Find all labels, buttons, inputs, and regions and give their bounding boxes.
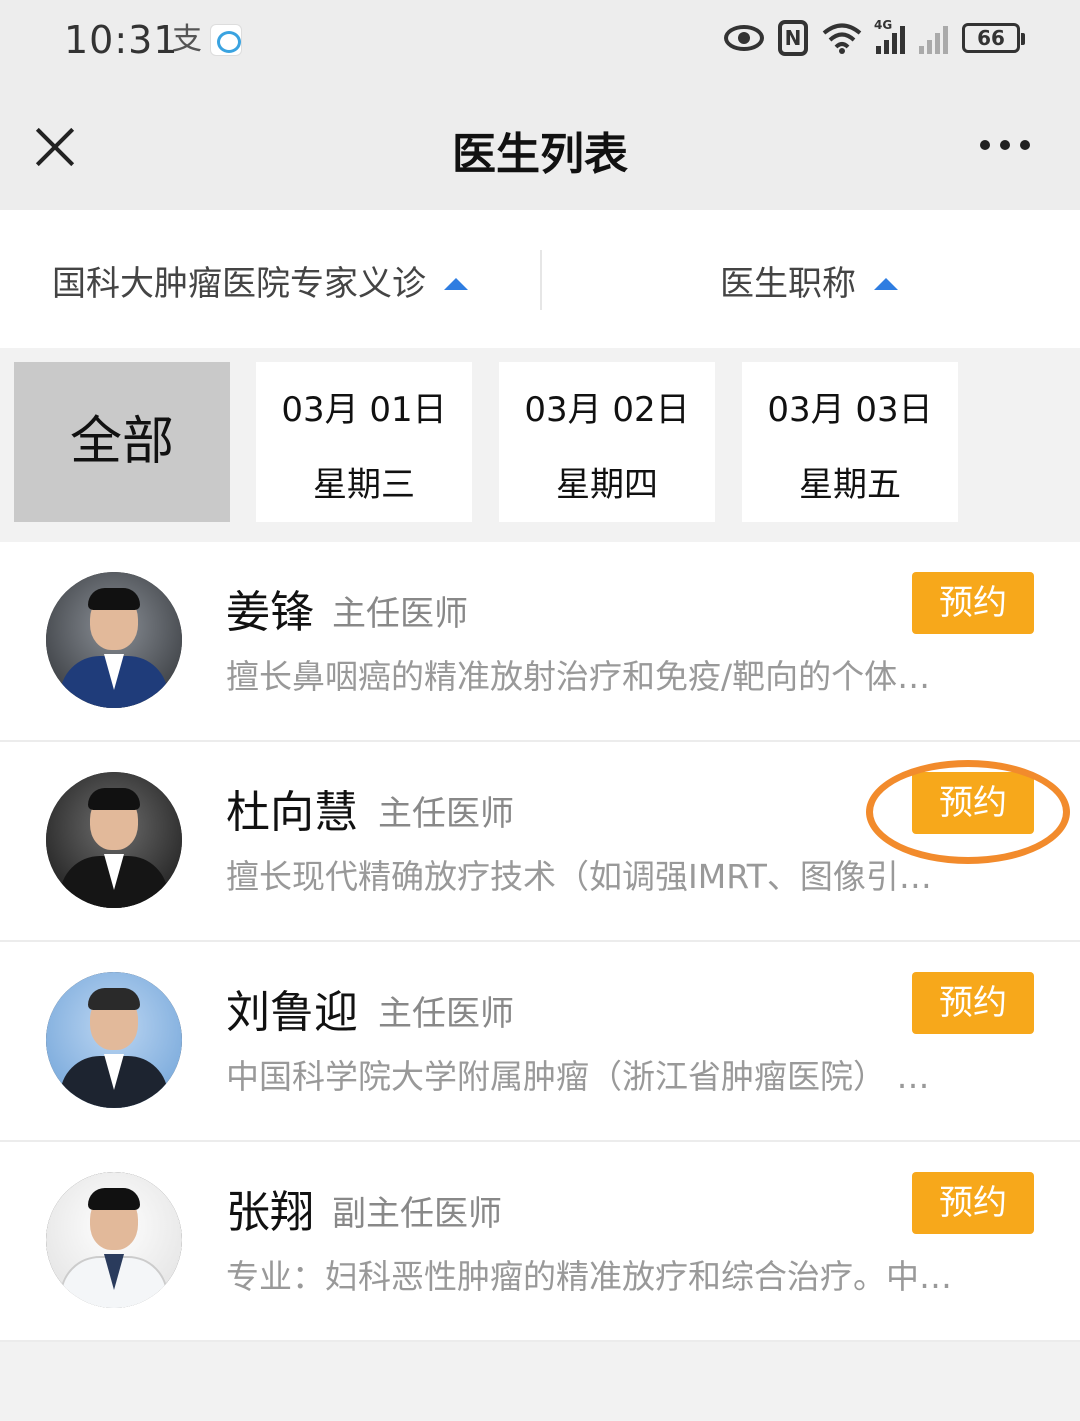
filter-divider — [540, 250, 542, 310]
doctor-list: 姜锋 主任医师 擅长鼻咽癌的精准放射治疗和免疫/靶向的个体… 预约 杜向慧 主任… — [0, 542, 1080, 1342]
doctor-name: 刘鲁迎 — [226, 987, 358, 1038]
date-tab-date: 03月 02日 — [524, 390, 690, 430]
doctor-name: 姜锋 — [226, 587, 314, 638]
eye-icon — [724, 25, 764, 51]
doctor-title: 主任医师 — [378, 994, 514, 1034]
doctor-title-filter-label: 医生职称 — [720, 264, 856, 304]
page-footer-space — [0, 1342, 1080, 1421]
date-tab[interactable]: 03月 01日 星期三 — [256, 362, 472, 522]
message-icon — [210, 24, 242, 56]
status-bar: 10:31 支 N 4G 66 — [0, 0, 1080, 86]
date-tab-date: 03月 03日 — [767, 390, 933, 430]
doctor-row[interactable]: 姜锋 主任医师 擅长鼻咽癌的精准放射治疗和免疫/靶向的个体… 预约 — [0, 542, 1080, 742]
avatar — [46, 772, 182, 908]
nfc-icon: N — [778, 20, 808, 56]
hospital-filter-label: 国科大肿瘤医院专家义诊 — [52, 264, 426, 304]
date-tab[interactable]: 03月 03日 星期五 — [742, 362, 958, 522]
doctor-title: 副主任医师 — [332, 1194, 502, 1234]
caret-up-icon — [444, 277, 468, 290]
doctor-description: 专业：妇科恶性肿瘤的精准放疗和综合治疗。中… — [226, 1257, 952, 1296]
status-notification-icons: 支 — [172, 22, 242, 58]
caret-up-icon — [874, 277, 898, 290]
doctor-title: 主任医师 — [378, 794, 514, 834]
signal-icon-secondary — [919, 22, 948, 54]
doctor-description: 擅长鼻咽癌的精准放射治疗和免疫/靶向的个体… — [226, 657, 931, 696]
book-button[interactable]: 预约 — [912, 1172, 1034, 1234]
nav-bar: 医生列表 — [0, 86, 1080, 210]
highlight-annotation — [866, 760, 1070, 864]
doctor-title-filter[interactable]: 医生职称 — [720, 256, 898, 305]
doctor-name: 杜向慧 — [226, 787, 358, 838]
doctor-description: 中国科学院大学附属肿瘤（浙江省肿瘤医院） … — [226, 1057, 930, 1096]
book-button[interactable]: 预约 — [912, 972, 1034, 1034]
signal-icon: 4G — [874, 18, 905, 54]
date-tab-weekday: 星期四 — [556, 465, 658, 505]
battery-icon: 66 — [962, 23, 1025, 53]
doctor-title: 主任医师 — [332, 594, 468, 634]
avatar — [46, 972, 182, 1108]
wifi-icon — [822, 23, 862, 54]
alipay-icon: 支 — [172, 22, 202, 57]
doctor-row[interactable]: 刘鲁迎 主任医师 中国科学院大学附属肿瘤（浙江省肿瘤医院） … 预约 — [0, 942, 1080, 1142]
doctor-description: 擅长现代精确放疗技术（如调强IMRT、图像引… — [226, 857, 932, 896]
date-tab-weekday: 星期五 — [799, 465, 901, 505]
date-tab-weekday: 星期三 — [313, 465, 415, 505]
status-system-icons: N 4G 66 — [724, 18, 1025, 56]
date-tab[interactable]: 03月 02日 星期四 — [499, 362, 715, 522]
doctor-name: 张翔 — [226, 1187, 314, 1238]
signal-label: 4G — [874, 18, 893, 32]
book-button[interactable]: 预约 — [912, 572, 1034, 634]
status-time: 10:31 — [64, 18, 179, 62]
more-icon[interactable] — [980, 140, 1030, 150]
date-tabs: 全部 03月 01日 星期三 03月 02日 星期四 03月 03日 星期五 — [0, 348, 1080, 540]
page-title: 医生列表 — [452, 129, 628, 180]
hospital-filter[interactable]: 国科大肿瘤医院专家义诊 — [52, 256, 468, 305]
doctor-row[interactable]: 杜向慧 主任医师 擅长现代精确放疗技术（如调强IMRT、图像引… 预约 — [0, 742, 1080, 942]
doctor-row[interactable]: 张翔 副主任医师 专业：妇科恶性肿瘤的精准放疗和综合治疗。中… 预约 — [0, 1142, 1080, 1342]
avatar — [46, 1172, 182, 1308]
date-tab-date: 03月 01日 — [281, 390, 447, 430]
date-tab-all[interactable]: 全部 — [14, 362, 230, 522]
avatar — [46, 572, 182, 708]
filter-bar: 国科大肿瘤医院专家义诊 医生职称 — [0, 210, 1080, 348]
